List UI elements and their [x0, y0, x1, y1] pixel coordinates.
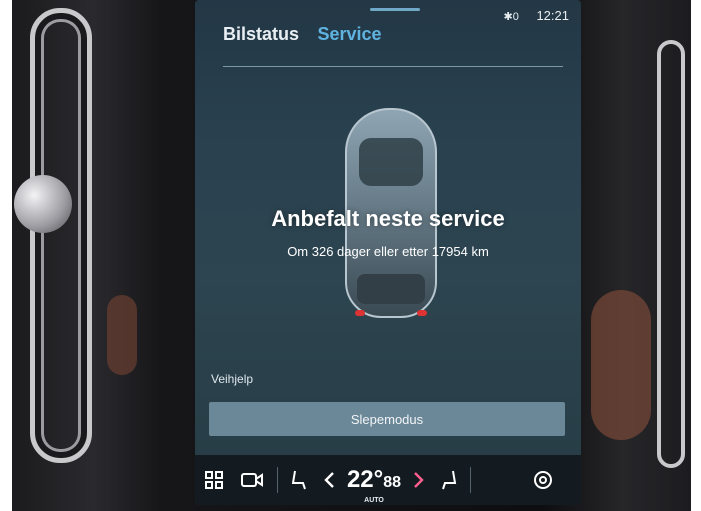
car-windshield — [359, 138, 423, 186]
bar-separator — [470, 467, 471, 493]
tab-bar: Bilstatus Service — [223, 24, 396, 45]
tail-light-left — [355, 310, 365, 316]
home-grid-icon[interactable] — [195, 470, 233, 490]
dashboard-photo: ✱0 12:21 Bilstatus Service Anbefalt nest… — [12, 0, 691, 511]
camera-icon[interactable] — [233, 471, 271, 489]
temp-increase-icon[interactable] — [404, 471, 434, 489]
hand-reflection-left — [107, 295, 137, 375]
hand-reflection-right — [591, 290, 651, 440]
climate-mode-label: AUTO — [364, 497, 384, 504]
temperature-value-text: 22° — [346, 466, 384, 493]
temperature-display: 22°88 AUTO — [344, 466, 404, 504]
climate-bar: 22°88 AUTO — [195, 455, 581, 505]
left-air-vent — [30, 8, 92, 463]
tail-light-right — [417, 310, 427, 316]
seat-heat-right-icon[interactable] — [434, 469, 464, 491]
tab-bilstatus[interactable]: Bilstatus — [223, 24, 299, 45]
clock: 12:21 — [536, 8, 569, 23]
right-air-vent — [657, 40, 685, 468]
bluetooth-icon: ✱0 — [503, 11, 519, 23]
temp-decrease-icon[interactable] — [314, 471, 344, 489]
tab-service[interactable]: Service — [317, 24, 381, 45]
tow-mode-button[interactable]: Slepemodus — [209, 402, 565, 436]
service-due-text: Om 326 dager eller etter 17954 km — [287, 244, 489, 259]
seat-heat-left-icon[interactable] — [284, 469, 314, 491]
bar-separator — [277, 467, 278, 493]
roadside-assistance-label: Veihjelp — [211, 372, 254, 386]
infotainment-screen: ✱0 12:21 Bilstatus Service Anbefalt nest… — [195, 0, 581, 505]
temperature-detail: 88 — [383, 474, 402, 491]
temperature-value[interactable]: 22°88 AUTO — [346, 466, 402, 504]
vent-knob — [14, 175, 72, 233]
pull-down-handle[interactable] — [370, 8, 420, 11]
fan-icon[interactable] — [513, 469, 573, 491]
tab-divider — [223, 66, 563, 67]
service-headline: Anbefalt neste service — [271, 206, 505, 231]
car-rear-window — [357, 274, 425, 304]
status-bar: ✱0 12:21 — [503, 8, 569, 23]
